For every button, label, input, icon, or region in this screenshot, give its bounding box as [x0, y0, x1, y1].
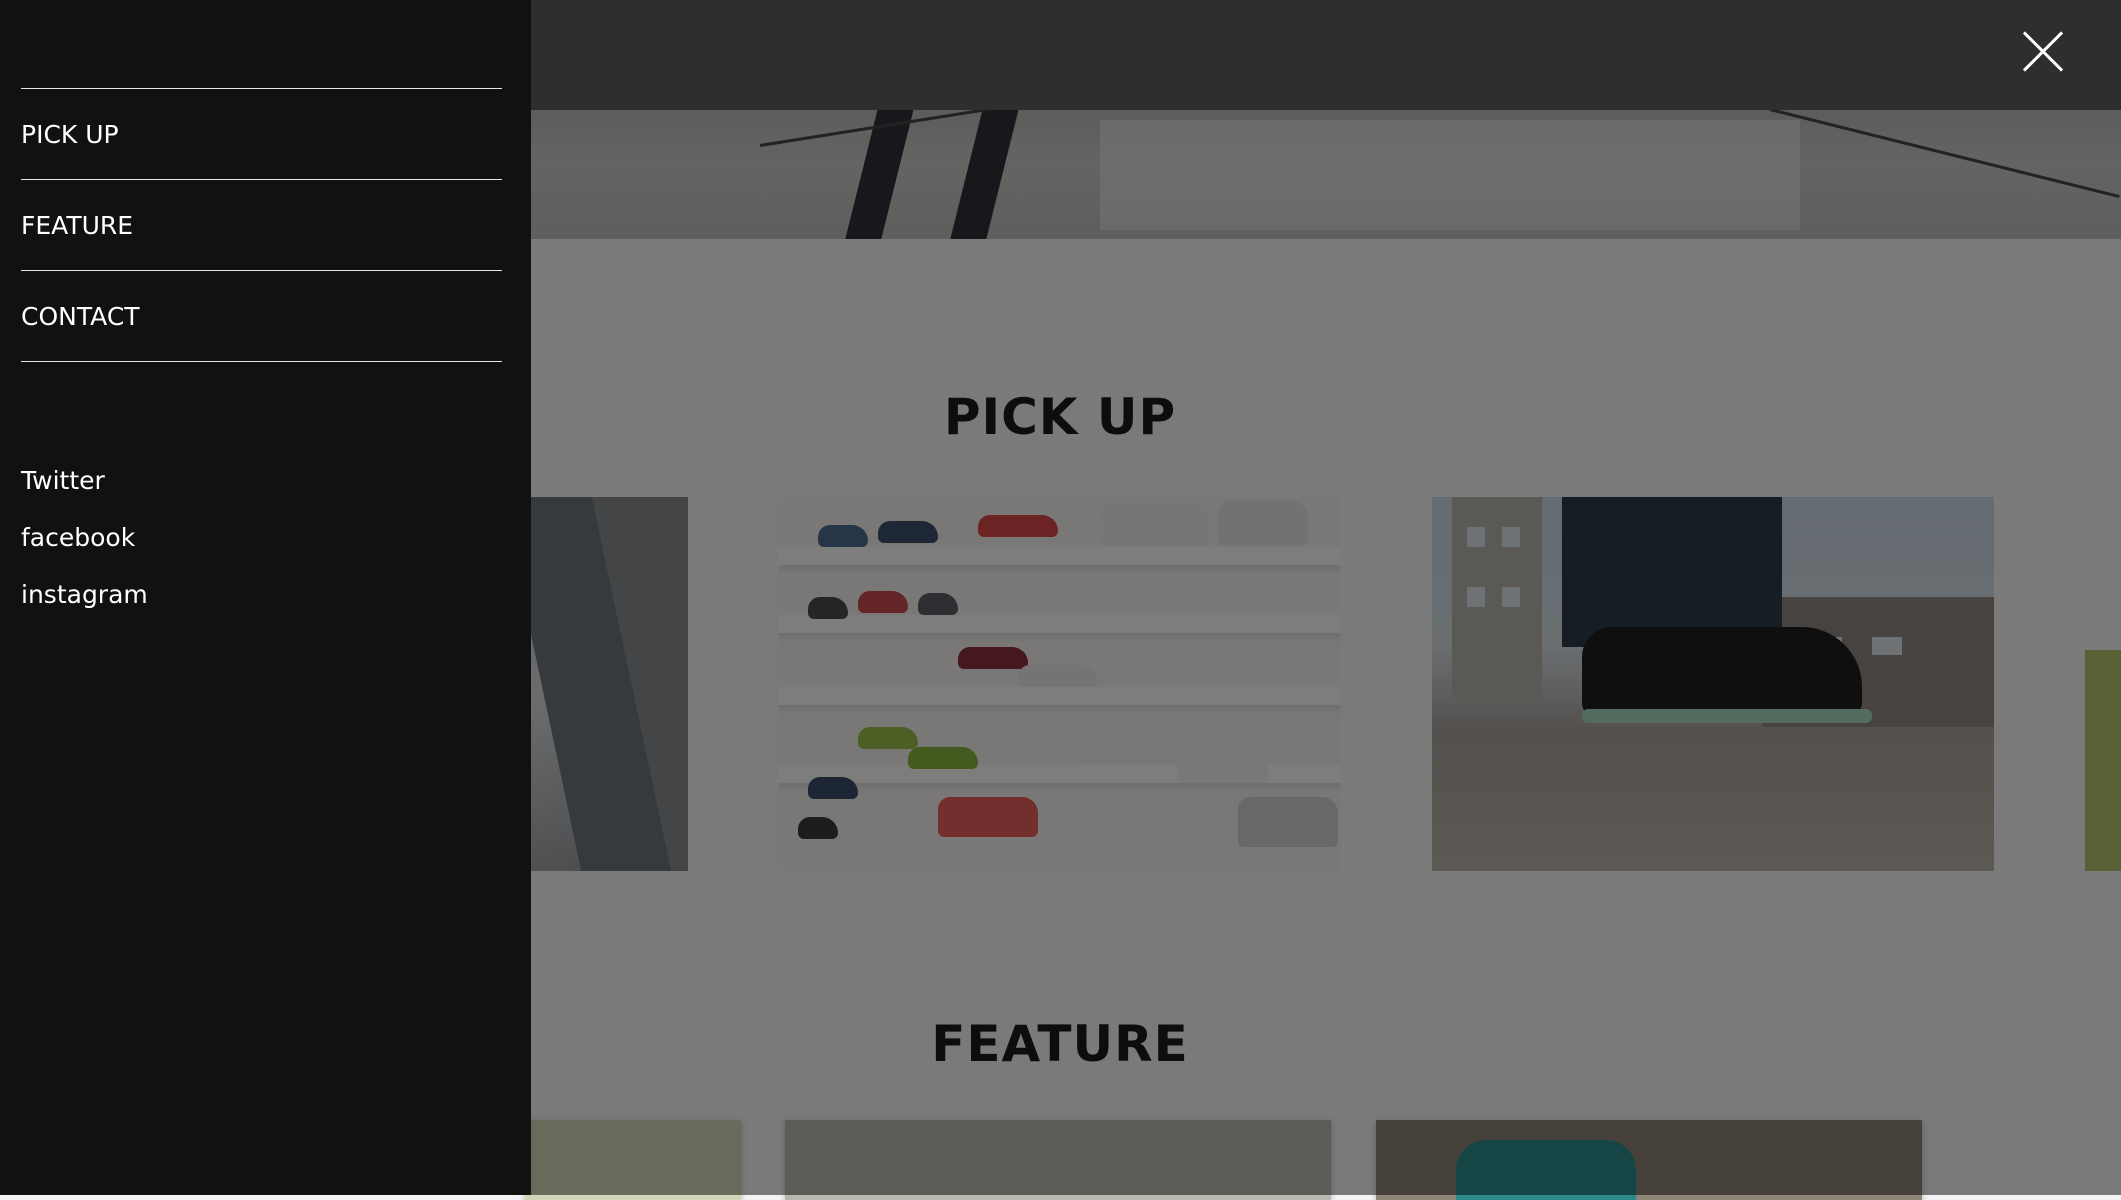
nav-drawer: PICK UP FEATURE CONTACT Twitter facebook…	[0, 0, 531, 1195]
nav-item-pick-up[interactable]: PICK UP	[21, 89, 502, 180]
social-link-instagram[interactable]: instagram	[21, 566, 148, 623]
nav-item-feature[interactable]: FEATURE	[21, 180, 502, 271]
close-icon[interactable]	[2018, 28, 2068, 74]
social-link-facebook[interactable]: facebook	[21, 509, 148, 566]
social-links: Twitter facebook instagram	[21, 452, 148, 623]
nav-item-contact[interactable]: CONTACT	[21, 271, 502, 362]
social-link-twitter[interactable]: Twitter	[21, 452, 148, 509]
drawer-nav-list: PICK UP FEATURE CONTACT	[21, 88, 502, 362]
